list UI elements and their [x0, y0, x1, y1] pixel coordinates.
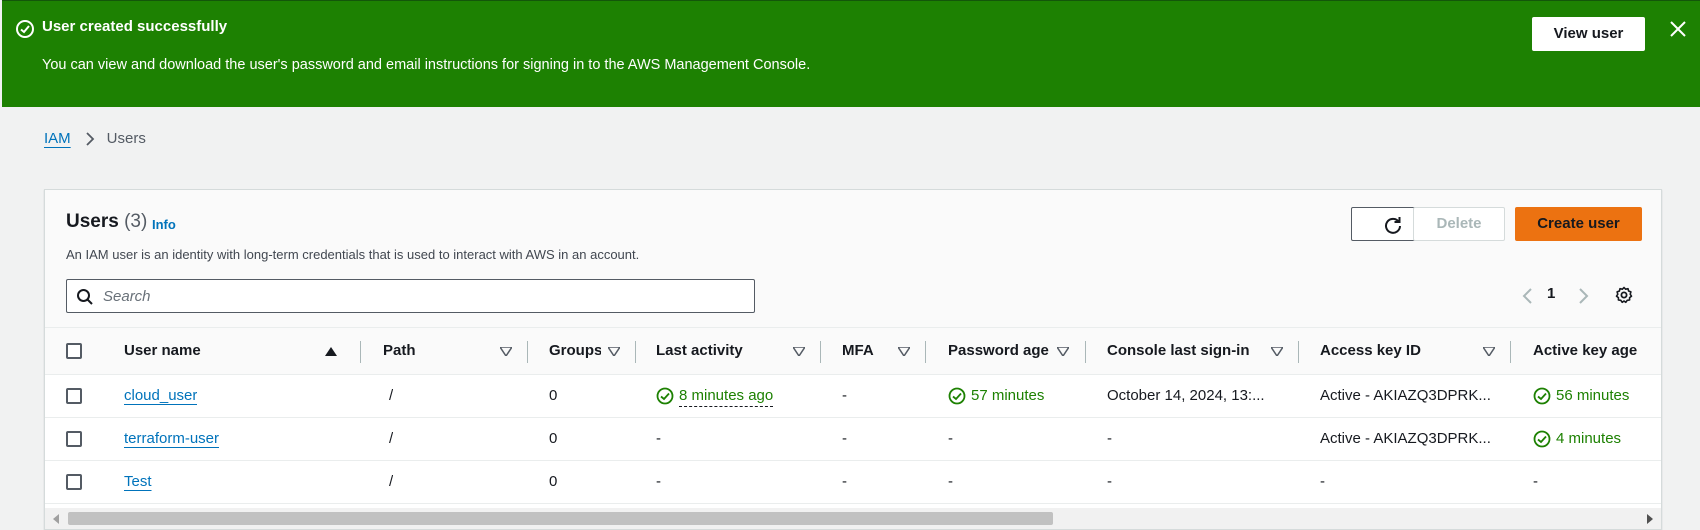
horizontal-scrollbar[interactable]	[45, 508, 1661, 529]
table-row[interactable]: terraform-user / 0 - - - - Active - AKIA…	[45, 418, 1661, 461]
column-groups[interactable]: Groups	[549, 328, 601, 374]
table-row[interactable]: cloud_user / 0 8 minutes ago - 57 minute…	[45, 375, 1661, 418]
gear-icon[interactable]	[1615, 286, 1633, 304]
groups-cell: 0	[549, 430, 558, 447]
groups-cell: 0	[549, 473, 558, 490]
row-checkbox[interactable]	[66, 474, 82, 490]
column-resizer[interactable]	[925, 341, 926, 363]
breadcrumb-iam-link[interactable]: IAM	[44, 130, 71, 147]
active-key-age-cell: 56 minutes	[1533, 375, 1629, 417]
mfa-cell: -	[842, 473, 847, 490]
scrollbar-thumb[interactable]	[68, 512, 1053, 525]
breadcrumb: IAM Users	[44, 130, 146, 147]
sort-caret-icon[interactable]	[608, 347, 620, 356]
breadcrumb-current: Users	[106, 130, 146, 147]
access-key-id-cell: Active - AKIAZQ3DPRK...	[1320, 387, 1491, 404]
chevron-right-icon[interactable]	[1575, 286, 1591, 306]
info-link[interactable]: Info	[152, 217, 176, 232]
row-checkbox[interactable]	[66, 431, 82, 447]
active-key-age-value: 56 minutes	[1556, 387, 1630, 404]
user-name-link[interactable]: terraform-user	[124, 418, 219, 460]
column-password-age[interactable]: Password age	[948, 328, 1049, 374]
table-row[interactable]: Test / 0 - - - - - -	[45, 461, 1661, 504]
success-check-icon	[16, 20, 34, 38]
column-groups-label: Groups	[549, 342, 601, 359]
success-check-icon	[948, 387, 966, 405]
console-last-sign-in-cell: October 14, 2024, 13:...	[1107, 387, 1265, 404]
column-resizer[interactable]	[820, 341, 821, 363]
column-console-last-sign-in[interactable]: Console last sign-in	[1107, 328, 1250, 374]
column-last-activity[interactable]: Last activity	[656, 328, 743, 374]
user-name-link[interactable]: cloud_user	[124, 375, 197, 417]
sort-caret-icon[interactable]	[500, 347, 512, 356]
path-cell: /	[389, 387, 394, 404]
column-resizer[interactable]	[635, 341, 636, 363]
console-last-sign-in-cell: -	[1107, 430, 1112, 447]
sort-caret-icon[interactable]	[793, 347, 805, 356]
view-user-button[interactable]: View user	[1532, 17, 1645, 51]
column-access-key-id[interactable]: Access key ID	[1320, 328, 1421, 374]
path-cell: /	[389, 430, 394, 447]
path-cell: /	[389, 473, 394, 490]
password-age-cell: 57 minutes	[948, 375, 1044, 417]
success-check-icon	[656, 387, 674, 405]
column-path[interactable]: Path	[383, 328, 416, 374]
access-key-id-cell: -	[1320, 473, 1325, 490]
table-header: User name Path Groups Last activity MFA …	[45, 327, 1661, 375]
select-all-checkbox[interactable]	[66, 343, 82, 359]
sort-caret-icon[interactable]	[898, 347, 910, 356]
success-check-icon	[1533, 387, 1551, 405]
groups-cell: 0	[549, 387, 558, 404]
column-resizer[interactable]	[1298, 341, 1299, 363]
last-activity-value[interactable]: 8 minutes ago	[679, 386, 774, 407]
active-key-age-value: 4 minutes	[1556, 430, 1622, 447]
success-check-icon	[1533, 430, 1551, 448]
console-last-sign-in-cell: -	[1107, 473, 1112, 490]
column-resizer[interactable]	[360, 341, 361, 363]
sort-caret-icon[interactable]	[1483, 347, 1495, 356]
column-resizer[interactable]	[1510, 341, 1511, 363]
user-count: (3)	[124, 211, 148, 232]
close-icon[interactable]	[1667, 18, 1689, 40]
column-mfa[interactable]: MFA	[842, 328, 874, 374]
chevron-left-icon[interactable]	[1520, 286, 1536, 306]
flash-message: You can view and download the user's pas…	[42, 57, 811, 73]
column-active-key-age[interactable]: Active key age	[1533, 328, 1637, 374]
search-input[interactable]	[101, 281, 741, 311]
user-name-link[interactable]: Test	[124, 461, 152, 503]
last-activity-cell: -	[656, 430, 661, 447]
sort-caret-icon[interactable]	[1271, 347, 1283, 356]
column-user-name[interactable]: User name	[124, 328, 201, 374]
column-resizer[interactable]	[1085, 341, 1086, 363]
refresh-icon	[1385, 217, 1401, 234]
chevron-right-icon	[86, 131, 94, 146]
panel-title-text: Users	[66, 211, 119, 232]
last-activity-cell: -	[656, 473, 661, 490]
create-user-button[interactable]: Create user	[1515, 207, 1642, 241]
flash-title: User created successfully	[42, 18, 228, 35]
mfa-cell: -	[842, 430, 847, 447]
password-age-cell: -	[948, 473, 953, 490]
access-key-id-cell: Active - AKIAZQ3DPRK...	[1320, 430, 1491, 447]
sort-caret-icon[interactable]	[1057, 347, 1069, 356]
delete-button[interactable]: Delete	[1413, 207, 1505, 241]
row-checkbox[interactable]	[66, 388, 82, 404]
active-key-age-cell: 4 minutes	[1533, 418, 1621, 460]
success-flash-banner: User created successfully You can view a…	[2, 0, 1700, 107]
active-key-age-cell: -	[1533, 473, 1538, 490]
scroll-left-arrow-icon[interactable]	[53, 514, 59, 524]
users-panel: Users (3) Info An IAM user is an identit…	[44, 189, 1662, 530]
sort-ascending-icon[interactable]	[325, 347, 337, 356]
current-page[interactable]: 1	[1547, 285, 1555, 302]
page-title: Users (3)	[66, 211, 147, 233]
password-age-cell: -	[948, 430, 953, 447]
search-field[interactable]	[66, 279, 755, 313]
panel-description: An IAM user is an identity with long-ter…	[66, 247, 640, 262]
column-resizer[interactable]	[527, 341, 528, 363]
search-icon	[77, 289, 93, 305]
mfa-cell: -	[842, 387, 847, 404]
last-activity-cell[interactable]: 8 minutes ago	[656, 375, 774, 417]
scroll-right-arrow-icon[interactable]	[1647, 514, 1653, 524]
password-age-value: 57 minutes	[971, 387, 1045, 404]
